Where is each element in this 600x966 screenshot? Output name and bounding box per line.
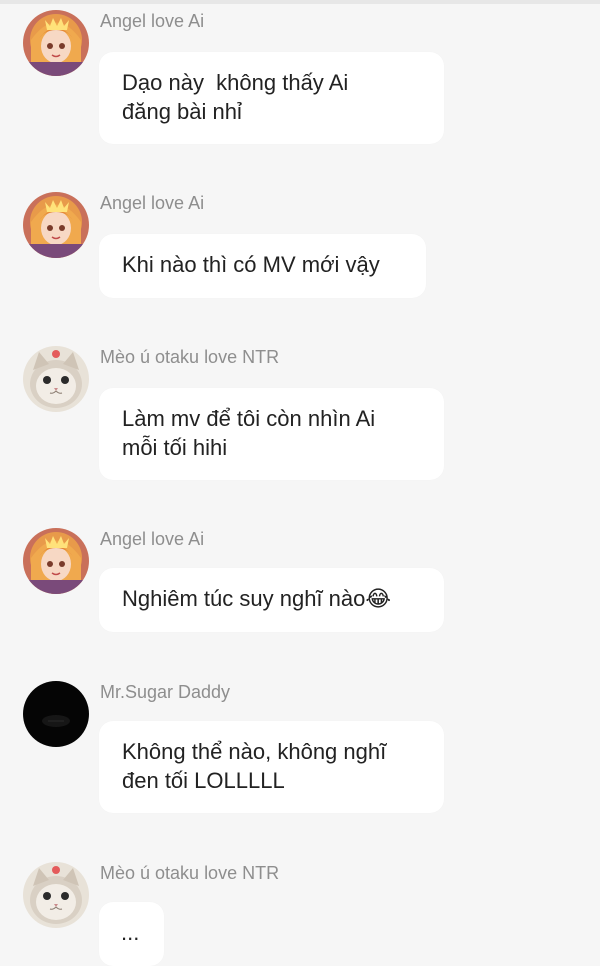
message-bubble[interactable]: Khi nào thì có MV mới vậy bbox=[99, 234, 426, 298]
message-bubble[interactable]: Không thể nào, không nghĩ đen tối LOLLLL… bbox=[99, 721, 444, 813]
message-bubble[interactable]: Dạo này không thấy Ai đăng bài nhỉ bbox=[99, 52, 444, 144]
cat-avatar[interactable] bbox=[23, 346, 89, 412]
top-divider bbox=[0, 0, 600, 4]
dark-avatar[interactable] bbox=[23, 681, 89, 747]
cat-avatar[interactable] bbox=[23, 862, 89, 928]
sender-name[interactable]: Angel love Ai bbox=[100, 528, 204, 550]
message-bubble[interactable]: ... bbox=[99, 902, 164, 966]
sender-name[interactable]: Angel love Ai bbox=[100, 192, 204, 214]
sender-name[interactable]: Mèo ú otaku love NTR bbox=[100, 346, 279, 368]
anime-girl-avatar[interactable] bbox=[23, 10, 89, 76]
message-bubble[interactable]: Nghiêm túc suy nghĩ nào😂 bbox=[99, 568, 444, 632]
sender-name[interactable]: Mèo ú otaku love NTR bbox=[100, 862, 279, 884]
anime-girl-avatar[interactable] bbox=[23, 528, 89, 594]
anime-girl-avatar[interactable] bbox=[23, 192, 89, 258]
message-bubble[interactable]: Làm mv để tôi còn nhìn Ai mỗi tối hihi bbox=[99, 388, 444, 480]
sender-name[interactable]: Angel love Ai bbox=[100, 10, 204, 32]
sender-name[interactable]: Mr.Sugar Daddy bbox=[100, 681, 230, 703]
